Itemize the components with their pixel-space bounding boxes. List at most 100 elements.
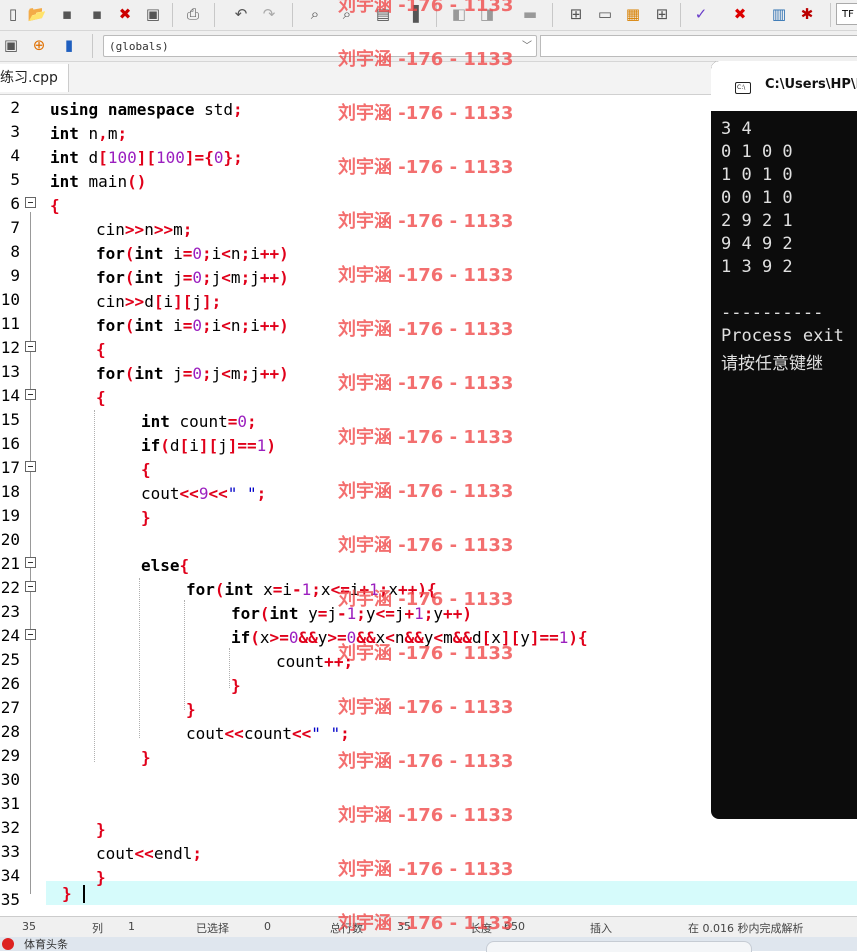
goto-icon[interactable]: ▤ — [372, 3, 394, 25]
code-line: int d[100][100]={0}; — [50, 148, 243, 167]
fold-toggle-icon[interactable] — [25, 389, 36, 400]
line-number: 34 — [0, 866, 20, 885]
tab-lianxi-cpp[interactable]: 练习.cpp — [0, 64, 69, 92]
save-all-icon[interactable]: ▪ — [86, 3, 108, 25]
scope-select[interactable]: (globals) ﹀ — [103, 35, 537, 57]
status-line-value: 35 — [22, 920, 36, 933]
line-number: 26 — [0, 674, 20, 693]
indent-guide — [184, 600, 185, 710]
status-length-label: 长度 — [470, 922, 492, 935]
redo-icon[interactable]: ↷ — [258, 3, 280, 25]
undo-icon[interactable]: ↶ — [230, 3, 252, 25]
console-line: 9 4 9 2 — [721, 234, 793, 254]
code-line: for(int j=0;j<m;j++) — [96, 268, 289, 287]
status-col-label: 列 — [92, 922, 103, 935]
fold-toggle-icon[interactable] — [25, 197, 36, 208]
print-preview-icon[interactable]: ▣ — [142, 3, 164, 25]
code-line: for(int j=0;j<m;j++) — [96, 364, 289, 383]
close-file-icon[interactable]: ✖ — [114, 3, 136, 25]
code-line: for(int x=i-1;x<=i+1;x++){ — [186, 580, 437, 599]
line-number: 4 — [10, 146, 20, 165]
status-lines-value: 35 — [397, 920, 411, 933]
chart-icon[interactable]: ▥ — [768, 3, 790, 25]
code-line: } — [96, 820, 106, 839]
line-number: 11 — [0, 314, 20, 333]
code-line: } — [186, 700, 196, 719]
bookmark-icon[interactable]: ▐ — [402, 3, 424, 25]
indent-guide — [94, 410, 95, 762]
code-line: count++; — [276, 652, 354, 671]
fold-toggle-icon[interactable] — [25, 581, 36, 592]
new-file-icon[interactable]: ▯ — [2, 3, 24, 25]
save-icon[interactable]: ▪ — [56, 3, 78, 25]
console-line: Process exit — [721, 326, 844, 346]
grid-small-icon[interactable]: ⊞ — [651, 3, 673, 25]
line-number: 13 — [0, 362, 20, 381]
code-line: for(int i=0;i<n;i++) — [96, 244, 289, 263]
line-number: 18 — [0, 482, 20, 501]
code-line: } — [141, 748, 151, 767]
compile-error-icon[interactable]: ✖ — [729, 3, 751, 25]
line-number: 8 — [10, 242, 20, 261]
line-number: 20 — [0, 530, 20, 549]
line-number: 29 — [0, 746, 20, 765]
line-number: 9 — [10, 266, 20, 285]
line-number: 19 — [0, 506, 20, 525]
replace-icon[interactable]: ⌕ — [336, 3, 358, 25]
console-line: 1 0 1 0 — [721, 165, 793, 185]
line-number: 16 — [0, 434, 20, 453]
code-line: using namespace std; — [50, 100, 243, 119]
unindent-icon[interactable]: ◨ — [476, 3, 498, 25]
code-line: cout<<endl; — [96, 844, 202, 863]
taskbar: 体育头条 — [0, 936, 857, 952]
add-class-icon[interactable]: ⊕ — [28, 34, 50, 56]
line-number: 28 — [0, 722, 20, 741]
console-title: C:\Users\HP\D — [765, 77, 857, 92]
grid-view-icon[interactable]: ⊞ — [565, 3, 587, 25]
window-icon[interactable]: ▭ — [594, 3, 616, 25]
indent-icon[interactable]: ◧ — [448, 3, 470, 25]
code-line: int main() — [50, 172, 147, 191]
console-line: 2 9 2 1 — [721, 211, 793, 231]
indent-guide — [229, 648, 230, 688]
fold-toggle-icon[interactable] — [25, 461, 36, 472]
line-number: 23 — [0, 602, 20, 621]
code-line: } — [231, 676, 241, 695]
console-window[interactable]: C:\ C:\Users\HP\D 3 4 0 1 0 0 1 0 1 0 0 … — [711, 61, 857, 819]
symbol-select[interactable] — [540, 35, 857, 57]
console-line: 0 0 1 0 — [721, 188, 793, 208]
toggle-comment-icon[interactable]: ▬ — [519, 3, 541, 25]
fold-toggle-icon[interactable] — [25, 341, 36, 352]
fold-toggle-icon[interactable] — [25, 629, 36, 640]
palette-icon[interactable]: ▦ — [622, 3, 644, 25]
line-number: 27 — [0, 698, 20, 717]
find-icon[interactable]: ⌕ — [304, 3, 326, 25]
console-title-bar[interactable]: C:\ C:\Users\HP\D — [711, 61, 857, 111]
terminal-icon: C:\ — [735, 82, 751, 94]
check-icon[interactable]: ✓ — [690, 3, 712, 25]
code-line: } — [62, 884, 72, 903]
status-lines-label: 总行数 — [330, 922, 363, 935]
console-line: ---------- — [721, 303, 824, 323]
class-combo[interactable]: TF — [836, 3, 857, 25]
code-line: { — [50, 196, 60, 215]
open-file-icon[interactable]: 📂 — [26, 3, 48, 25]
code-line: if(x>=0&&y>=0&&x<n&&y<m&&d[x][y]==1){ — [231, 628, 588, 647]
fold-toggle-icon[interactable] — [25, 557, 36, 568]
status-parse-message: 在 0.016 秒内完成解析 — [688, 922, 804, 935]
taskbar-search-box[interactable] — [486, 941, 752, 952]
print-icon[interactable]: ⎙ — [182, 3, 204, 25]
text-cursor — [83, 885, 85, 903]
line-number: 25 — [0, 650, 20, 669]
code-line: { — [96, 388, 106, 407]
class-browser-icon[interactable]: ▣ — [0, 34, 22, 56]
indent-guide — [139, 578, 140, 738]
news-icon[interactable] — [2, 938, 14, 950]
console-line: 0 1 0 0 — [721, 142, 793, 162]
console-line: 请按任意键继 — [721, 354, 823, 374]
line-number: 12 — [0, 338, 20, 357]
project-icon[interactable]: ▮ — [58, 34, 80, 56]
taskbar-news-label[interactable]: 体育头条 — [24, 936, 68, 952]
status-selected-label: 已选择 — [196, 922, 229, 935]
debug-stop-icon[interactable]: ✱ — [796, 3, 818, 25]
